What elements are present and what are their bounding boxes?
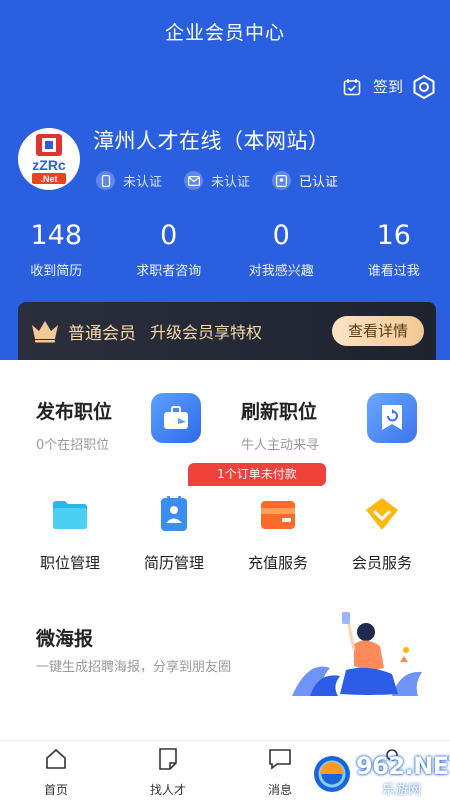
poster-illustration[interactable] (288, 610, 428, 698)
stat-interested-value: 0 (272, 220, 290, 251)
license-icon (272, 171, 292, 190)
svg-text:.Net: .Net (40, 174, 57, 184)
diamond-icon (366, 498, 398, 530)
svg-text:zZRc: zZRc (32, 157, 66, 173)
calendar-check-icon (343, 78, 361, 95)
unpaid-order-badge[interactable]: 1个订单未付款 (188, 463, 326, 486)
stat-viewers-label: 谁看过我 (367, 264, 420, 279)
grid-item-job-management[interactable]: 职位管理 (18, 494, 122, 573)
stat-viewers[interactable]: 16 谁看过我 (338, 220, 450, 279)
watermark-subtext: 乐游网 (382, 783, 422, 798)
stat-interested[interactable]: 0 对我感兴趣 (225, 220, 338, 279)
tab-find-talent-label: 找人才 (149, 783, 186, 797)
stat-interested-label: 对我感兴趣 (248, 264, 314, 279)
refresh-job-title: 刷新职位 (241, 401, 318, 423)
watermark-text: 962.NET (356, 752, 450, 780)
phone-verification[interactable]: 未认证 (96, 171, 162, 190)
phone-verification-label: 未认证 (123, 175, 163, 190)
grid-label-member-service: 会员服务 (351, 554, 412, 572)
verification-row: 未认证 未认证 已认证 (96, 171, 360, 190)
tab-home[interactable]: 首页 (0, 741, 112, 800)
wallet-icon (261, 501, 295, 529)
folder-icon (53, 501, 87, 529)
mail-verification[interactable]: 未认证 (184, 171, 250, 190)
briefcase-icon[interactable] (151, 393, 201, 443)
grid-label-recharge: 充值服务 (247, 554, 308, 572)
membership-promo: 升级会员享特权 (150, 323, 263, 342)
signin-label: 签到 (373, 78, 404, 96)
poster-subtitle: 一键生成招聘海报，分享到朋友圈 (36, 660, 232, 675)
grid-item-member-service[interactable]: 会员服务 (330, 494, 434, 573)
grid-label-job-management: 职位管理 (39, 554, 100, 572)
grid-label-resume-management: 简历管理 (143, 554, 204, 572)
post-job-feature[interactable]: 发布职位 0个在招职位 (36, 397, 112, 453)
tab-find-talent[interactable]: 找人才 (112, 741, 224, 800)
stat-resumes[interactable]: 148 收到简历 (0, 220, 113, 279)
service-grid: 职位管理 简历管理 充值服务 会员服务 (0, 494, 450, 573)
membership-type: 普通会员 (68, 323, 136, 344)
tab-home-label: 首页 (43, 783, 68, 797)
mail-verification-label: 未认证 (211, 175, 251, 190)
phone-icon (96, 171, 115, 190)
stat-inquiries-value: 0 (160, 220, 178, 251)
stat-inquiries[interactable]: 0 求职者咨询 (113, 220, 226, 279)
license-verification[interactable]: 已认证 (272, 171, 338, 190)
signin-button[interactable]: 签到 (343, 76, 403, 97)
stats-row: 148 收到简历 0 求职者咨询 0 对我感兴趣 16 谁看过我 (0, 220, 450, 279)
grid-item-resume-management[interactable]: 简历管理 (122, 494, 226, 573)
license-verification-label: 已认证 (299, 175, 339, 190)
refresh-job-feature[interactable]: 刷新职位 牛人主动来寻 (241, 397, 319, 453)
stat-viewers-value: 16 (376, 220, 411, 251)
document-icon (159, 748, 177, 770)
settings-gear-icon[interactable] (411, 74, 437, 100)
logo-image: zZRc .Net (32, 134, 66, 184)
resume-icon (161, 496, 187, 531)
refresh-job-subtitle: 牛人主动来寻 (241, 438, 320, 453)
stat-resumes-label: 收到简历 (30, 264, 83, 279)
company-name: 漳州人才在线（本网站） (93, 129, 330, 153)
view-details-button[interactable]: 查看详情 (332, 316, 424, 346)
post-job-subtitle: 0个在招职位 (36, 438, 110, 453)
message-icon (269, 749, 291, 770)
membership-banner[interactable]: 普通会员 升级会员享特权 查看详情 (18, 302, 436, 360)
company-logo[interactable]: zZRc .Net (18, 128, 80, 190)
grid-item-recharge[interactable]: 充值服务 (226, 494, 330, 573)
home-icon (46, 748, 66, 769)
page-title: 企业会员中心 (164, 22, 285, 44)
stat-inquiries-label: 求职者咨询 (136, 264, 202, 279)
stat-resumes-value: 148 (30, 220, 83, 251)
refresh-icon[interactable] (367, 393, 417, 443)
mail-icon (184, 171, 204, 190)
poster-title[interactable]: 微海报 (36, 624, 93, 651)
crown-icon (32, 321, 58, 343)
post-job-title: 发布职位 (36, 401, 113, 423)
